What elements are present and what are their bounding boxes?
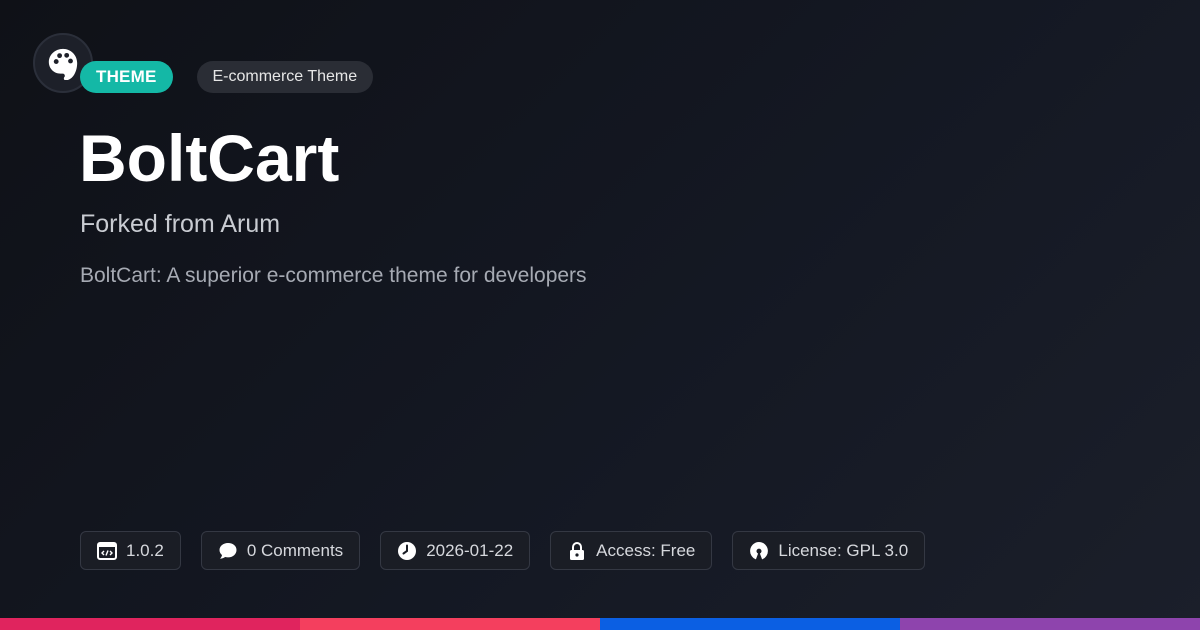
color-bar-segment [0, 618, 300, 630]
lock-icon [567, 541, 587, 561]
comment-icon [218, 541, 238, 561]
license-text: License: GPL 3.0 [778, 540, 909, 560]
color-bar-segment [300, 618, 600, 630]
page-description: BoltCart: A superior e-commerce theme fo… [80, 264, 587, 287]
open-source-icon [749, 541, 769, 561]
meta-row: 1.0.2 0 Comments 2026-01-22 Access: Free [80, 531, 945, 570]
palette-icon [48, 48, 78, 80]
page-title: BoltCart [79, 121, 340, 195]
clock-icon [397, 541, 417, 561]
license-chip: License: GPL 3.0 [732, 531, 926, 570]
access-chip: Access: Free [550, 531, 713, 570]
access-text: Access: Free [596, 540, 696, 560]
comments-text: 0 Comments [246, 540, 344, 560]
color-bar [0, 618, 1200, 630]
tag-row: THEME E-commerce Theme [80, 61, 374, 93]
comments-chip[interactable]: 0 Comments [200, 531, 361, 570]
color-bar-segment [600, 618, 900, 630]
version-text: 1.0.2 [126, 540, 164, 560]
date-chip: 2026-01-22 [380, 531, 531, 570]
version-chip: 1.0.2 [80, 531, 181, 570]
category-badge[interactable]: E-commerce Theme [196, 61, 374, 93]
code-window-icon [97, 541, 117, 561]
type-badge: THEME [80, 61, 173, 93]
color-bar-segment [900, 618, 1200, 630]
date-text: 2026-01-22 [426, 540, 514, 560]
page-subtitle: Forked from Arum [80, 210, 281, 238]
